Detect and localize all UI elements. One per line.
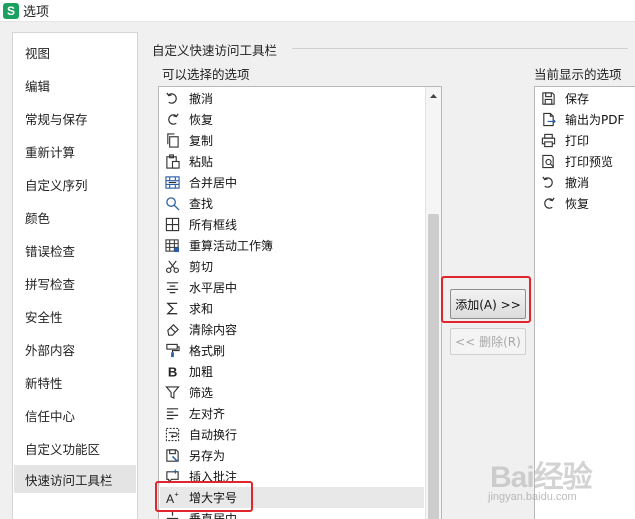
- copy-icon: [164, 132, 181, 149]
- align-center-icon: [164, 279, 181, 296]
- list-item[interactable]: 粘贴: [160, 151, 424, 172]
- available-commands-list[interactable]: 撤消 恢复 复制 粘贴 合并居中 查找 所有框线 重算活动工作簿 剪切 水平居中…: [158, 86, 442, 519]
- remove-button[interactable]: << 删除(R): [450, 328, 526, 355]
- scroll-up-arrow-icon[interactable]: [426, 89, 441, 103]
- undo-icon: [164, 90, 181, 107]
- list-item[interactable]: 打印: [536, 130, 634, 151]
- window-title: 选项: [23, 5, 50, 20]
- available-options-label: 可以选择的选项: [162, 67, 250, 82]
- redo-icon: [164, 111, 181, 128]
- format-painter-icon: [164, 342, 181, 359]
- options-sidebar: 视图 编辑 常规与保存 重新计算 自定义序列 颜色 错误检查 拼写检查 安全性 …: [12, 32, 138, 519]
- list-item[interactable]: 自动换行: [160, 424, 424, 445]
- print-preview-icon: [540, 153, 557, 170]
- all-borders-icon: [164, 216, 181, 233]
- sidebar-item-external-content[interactable]: 外部内容: [14, 335, 136, 363]
- list-item[interactable]: 复制: [160, 130, 424, 151]
- list-item[interactable]: 剪切: [160, 256, 424, 277]
- app-logo-icon: S: [3, 2, 19, 19]
- list-item[interactable]: B 加粗: [160, 361, 424, 382]
- save-as-icon: [164, 447, 181, 464]
- available-list-scrollbar[interactable]: [425, 87, 441, 519]
- list-item[interactable]: 水平居中: [160, 277, 424, 298]
- paste-icon: [164, 153, 181, 170]
- sidebar-item-recalculate[interactable]: 重新计算: [14, 137, 136, 165]
- list-item[interactable]: 打印预览: [536, 151, 634, 172]
- list-item[interactable]: 重算活动工作簿: [160, 235, 424, 256]
- sidebar-item-quick-access-toolbar[interactable]: 快速访问工具栏: [14, 465, 136, 493]
- list-item[interactable]: 恢复: [160, 109, 424, 130]
- find-icon: [164, 195, 181, 212]
- cut-icon: [164, 258, 181, 275]
- merge-center-icon: [164, 174, 181, 191]
- selected-item-highlight: [155, 481, 253, 512]
- export-pdf-icon: [540, 111, 557, 128]
- bold-icon: B: [164, 363, 181, 380]
- list-item[interactable]: 保存: [536, 88, 634, 109]
- list-item[interactable]: 清除内容: [160, 319, 424, 340]
- group-divider: [292, 48, 628, 49]
- sidebar-item-spell-check[interactable]: 拼写检查: [14, 269, 136, 297]
- filter-icon: [164, 384, 181, 401]
- scroll-thumb[interactable]: [428, 214, 439, 519]
- list-item[interactable]: 左对齐: [160, 403, 424, 424]
- undo-icon: [540, 174, 557, 191]
- svg-text:B: B: [168, 365, 177, 379]
- sidebar-item-trust-center[interactable]: 信任中心: [14, 401, 136, 429]
- current-options-label: 当前显示的选项: [534, 67, 622, 82]
- list-item[interactable]: 所有框线: [160, 214, 424, 235]
- list-item[interactable]: 恢复: [536, 193, 634, 214]
- group-title: 自定义快速访问工具栏: [152, 43, 278, 58]
- current-commands-list[interactable]: 保存 输出为PDF 打印 打印预览 撤消 恢复: [534, 86, 635, 519]
- recalculate-icon: [164, 237, 181, 254]
- sidebar-item-view[interactable]: 视图: [14, 38, 136, 66]
- sidebar-item-edit[interactable]: 编辑: [14, 71, 136, 99]
- sidebar-item-general-save[interactable]: 常规与保存: [14, 104, 136, 132]
- list-item[interactable]: 格式刷: [160, 340, 424, 361]
- save-icon: [540, 90, 557, 107]
- list-item[interactable]: 输出为PDF: [536, 109, 634, 130]
- list-item[interactable]: 求和: [160, 298, 424, 319]
- add-button-highlight: [441, 276, 531, 323]
- sidebar-item-error-check[interactable]: 错误检查: [14, 236, 136, 264]
- wrap-text-icon: [164, 426, 181, 443]
- list-item[interactable]: 撤消: [536, 172, 634, 193]
- sidebar-item-color[interactable]: 颜色: [14, 203, 136, 231]
- sidebar-item-custom-lists[interactable]: 自定义序列: [14, 170, 136, 198]
- title-bar: S 选项: [0, 0, 635, 22]
- sum-icon: [164, 300, 181, 317]
- align-left-icon: [164, 405, 181, 422]
- sidebar-item-security[interactable]: 安全性: [14, 302, 136, 330]
- sidebar-item-new-features[interactable]: 新特性: [14, 368, 136, 396]
- list-item[interactable]: 另存为: [160, 445, 424, 466]
- list-item[interactable]: 撤消: [160, 88, 424, 109]
- list-item[interactable]: 筛选: [160, 382, 424, 403]
- print-icon: [540, 132, 557, 149]
- clear-content-icon: [164, 321, 181, 338]
- list-item[interactable]: 查找: [160, 193, 424, 214]
- list-item[interactable]: 合并居中: [160, 172, 424, 193]
- redo-icon: [540, 195, 557, 212]
- sidebar-item-customize-ribbon[interactable]: 自定义功能区: [14, 434, 136, 462]
